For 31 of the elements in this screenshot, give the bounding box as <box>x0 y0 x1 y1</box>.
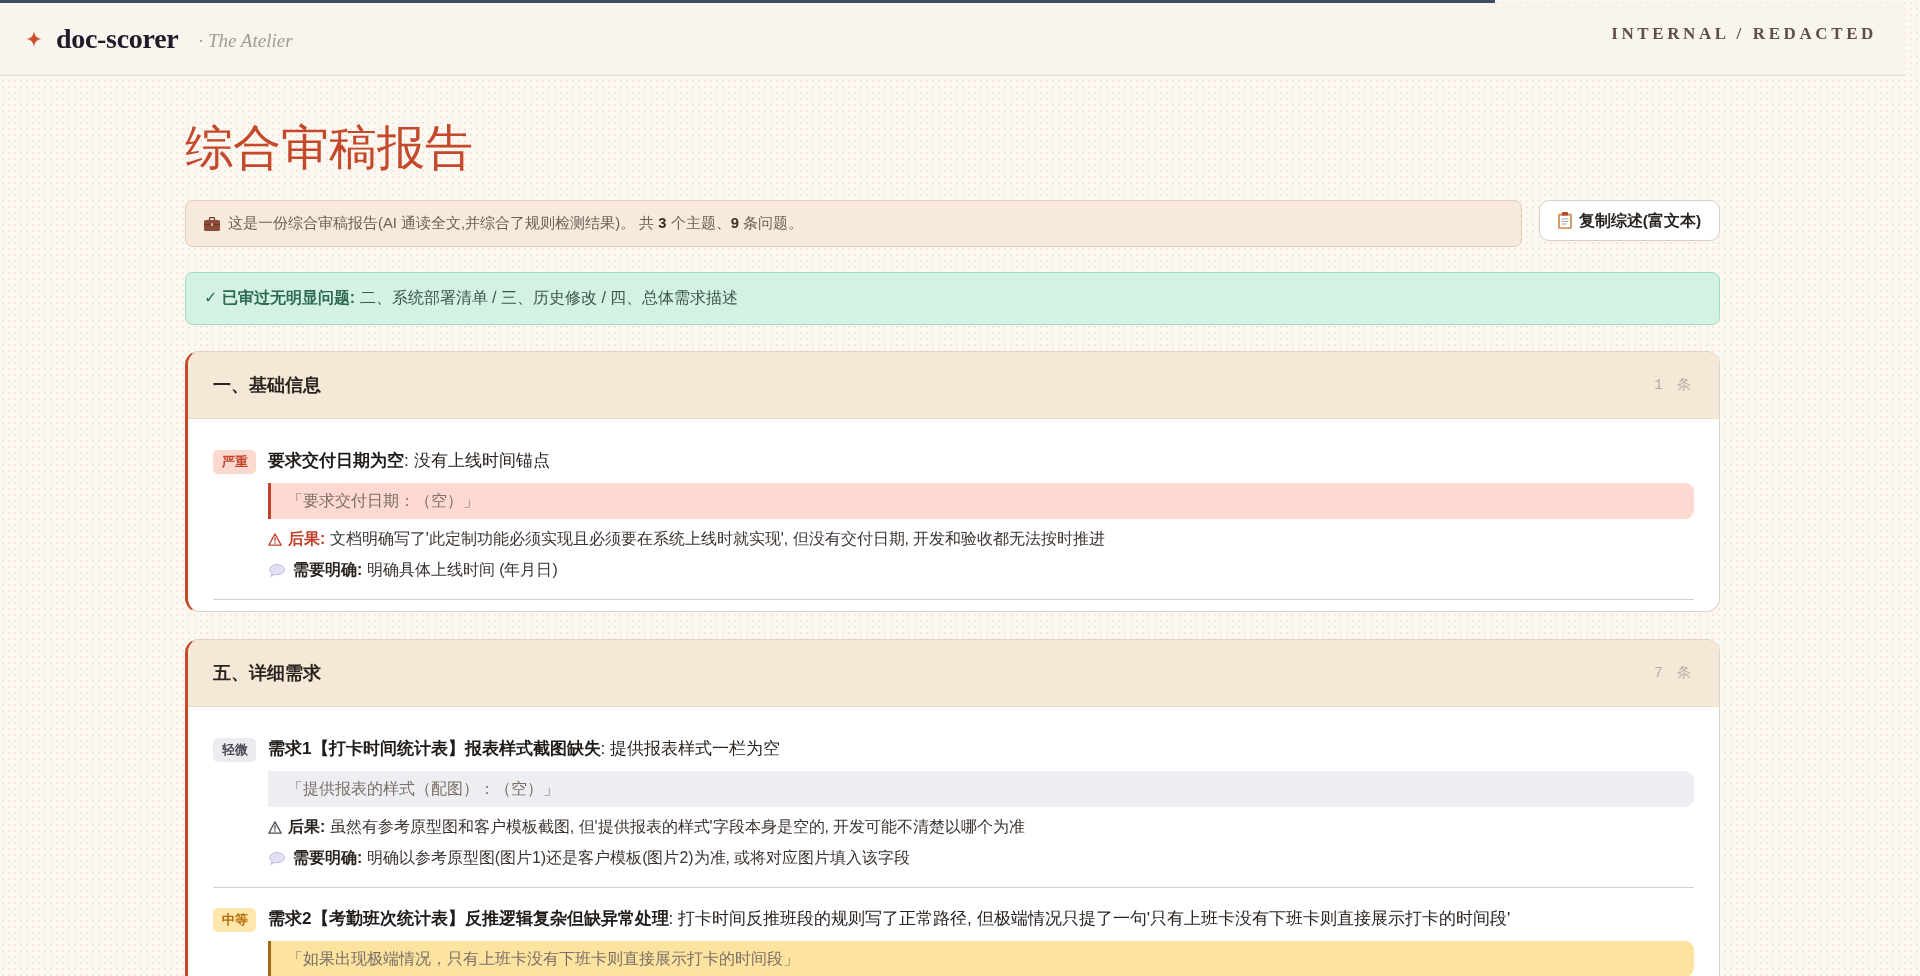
issue-title: 需求2【考勤班次统计表】反推逻辑复杂但缺异常处理: 打卡时间反推班段的规则写了正常路径, 但极端情况只提了一句'只有上班卡没有下班卡则直接展示打卡的时间段' <box>268 907 1512 930</box>
section-title: 一、基础信息 <box>213 373 321 398</box>
severity-badge: 轻微 <box>213 738 256 762</box>
classification-label: INTERNAL / REDACTED <box>1611 23 1877 46</box>
consequence-text: 后果: 文档明确写了'此定制功能必须实现且必须要在系统上线时就实现', 但没有交付日期, 开发和验收都无法按时推进 <box>288 529 1106 549</box>
app-subtitle: · The Atelier <box>198 28 293 53</box>
issue-count: 7 条 <box>1654 663 1694 683</box>
briefcase-icon <box>204 216 220 231</box>
warning-icon <box>268 820 282 834</box>
quoted-excerpt: 「要求交付日期：（空）」 <box>268 483 1694 519</box>
passed-notice: ✓ 已审过无明显问题: 二、系统部署清单 / 三、历史修改 / 四、总体需求描述 <box>185 272 1720 325</box>
sparkle-icon <box>26 31 42 47</box>
consequence-text: 后果: 虽然有参考原型图和客户模板截图, 但'提供报表的样式'字段本身是空的, 开发可能不清楚以哪个为准 <box>288 817 1026 837</box>
severity-badge: 中等 <box>213 908 256 932</box>
clarification-text: 需要明确: 明确具体上线时间 (年月日) <box>293 560 558 580</box>
quoted-excerpt: 「如果出现极端情况，只有上班卡没有下班卡则直接展示打卡的时间段」 <box>268 941 1694 976</box>
warning-icon <box>268 532 282 546</box>
severity-badge: 严重 <box>213 450 256 474</box>
speech-bubble-icon <box>269 563 285 577</box>
issue-title: 要求交付日期为空: 没有上线时间锚点 <box>268 449 551 472</box>
quoted-excerpt: 「提供报表的样式（配图）：（空）」 <box>268 771 1694 807</box>
copy-summary-button[interactable]: 复制综述(富文本) <box>1539 200 1720 241</box>
report-title: 综合审稿报告 <box>185 120 474 176</box>
summary-text: 这是一份综合审稿报告(AI 通读全文,并综合了规则检测结果)。 共 3 个主题、9 条问题。 <box>228 214 803 234</box>
section-title: 五、详细需求 <box>213 661 321 686</box>
issue-count: 1 条 <box>1654 375 1694 395</box>
clarification-text: 需要明确: 明确以参考原型图(图片1)还是客户模板(图片2)为准, 或将对应图片填入该字段 <box>293 848 911 868</box>
speech-bubble-icon <box>269 851 285 865</box>
app-logo: doc-scorer <box>56 22 179 56</box>
issue-title: 需求1【打卡时间统计表】报表样式截图缺失: 提供报表样式一栏为空 <box>268 737 782 760</box>
clipboard-icon <box>1557 212 1572 229</box>
